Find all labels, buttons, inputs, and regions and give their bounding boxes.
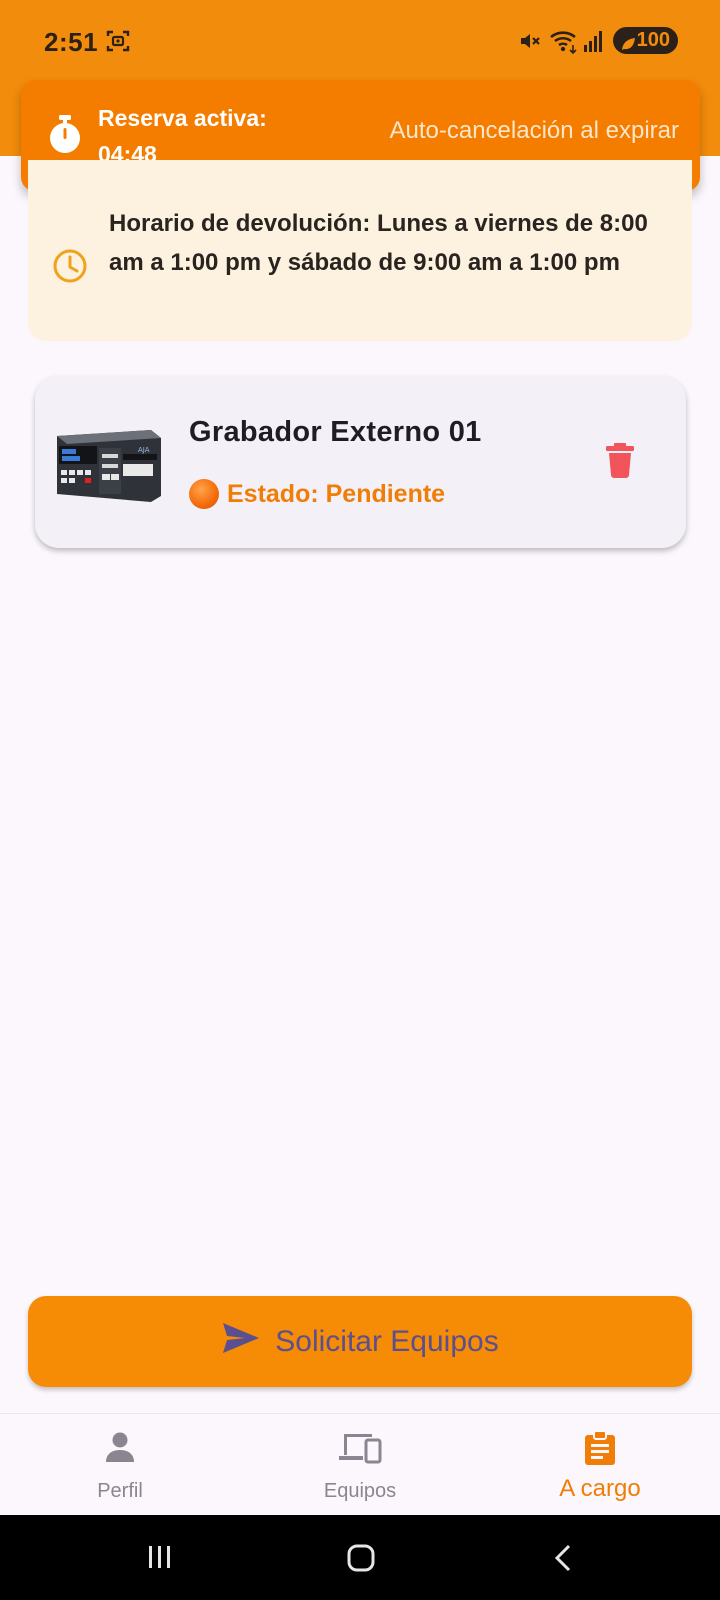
equipment-status-label: Estado: Pendiente <box>227 479 446 508</box>
system-navigation-bar <box>0 1515 720 1600</box>
nav-label-a-cargo: A cargo <box>559 1475 641 1502</box>
clipboard-icon <box>583 1430 617 1471</box>
devices-icon <box>338 1430 382 1469</box>
clock-icon <box>52 248 88 289</box>
battery-saver-icon <box>620 33 636 60</box>
svg-text:AJA: AJA <box>138 446 150 454</box>
auto-cancel-note: Auto-cancelación al expirar <box>389 117 680 144</box>
equipment-status: Estado: Pendiente <box>189 479 445 509</box>
nav-item-equipos[interactable]: Equipos <box>240 1414 480 1516</box>
battery-level: 100 <box>636 29 670 51</box>
return-schedule-info: Horario de devolución: Lunes a viernes d… <box>28 160 692 341</box>
recorder-thumbnail: AJA <box>55 418 195 508</box>
pending-status-dot-icon <box>189 479 219 509</box>
equipment-title: Grabador Externo 01 <box>189 416 482 448</box>
nav-label-perfil: Perfil <box>97 1480 143 1502</box>
status-time: 2:51 <box>44 27 99 57</box>
signal-icon <box>583 29 605 58</box>
nav-item-perfil[interactable]: Perfil <box>0 1414 240 1516</box>
trash-icon <box>606 443 634 478</box>
screenshot-icon <box>106 29 130 58</box>
nav-label-equipos: Equipos <box>323 1480 397 1502</box>
mute-icon <box>518 29 542 58</box>
wifi-icon <box>549 28 579 59</box>
bottom-navigation: Perfil Equipos A cargo <box>0 1413 720 1515</box>
return-schedule-text: Horario de devolución: Lunes a viernes d… <box>109 210 648 276</box>
home-icon[interactable] <box>346 1543 376 1578</box>
send-icon <box>221 1321 261 1363</box>
nav-item-a-cargo[interactable]: A cargo <box>480 1414 720 1516</box>
reservation-title: Reserva activa: <box>98 105 267 131</box>
timer-icon <box>47 114 83 159</box>
equipment-card[interactable]: AJA Grabador Externo 01 Estado: Pendient… <box>35 376 686 548</box>
request-equipment-button[interactable]: Solicitar Equipos <box>28 1296 692 1387</box>
back-icon[interactable] <box>552 1543 574 1578</box>
status-bar: 2:51 100 <box>0 0 720 80</box>
person-icon <box>103 1430 137 1469</box>
delete-button[interactable] <box>605 442 635 483</box>
request-equipment-label: Solicitar Equipos <box>275 1324 499 1358</box>
recent-apps-icon[interactable] <box>146 1543 174 1576</box>
battery-indicator: 100 <box>613 27 678 54</box>
